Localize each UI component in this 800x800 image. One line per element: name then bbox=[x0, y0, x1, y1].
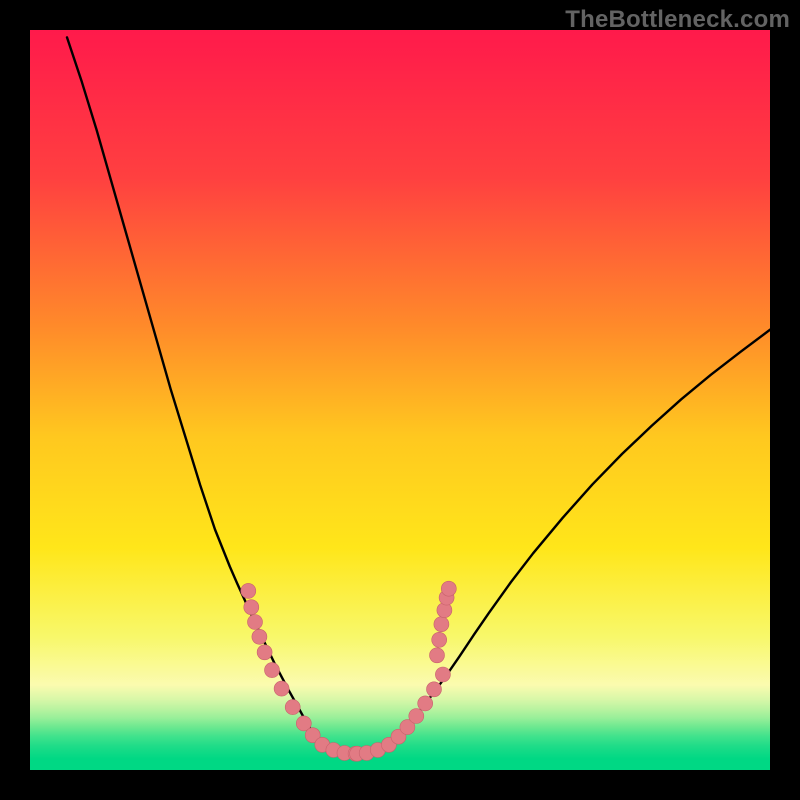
plot-area bbox=[30, 30, 770, 770]
data-marker bbox=[409, 709, 424, 724]
plot-svg bbox=[30, 30, 770, 770]
data-marker bbox=[285, 700, 300, 715]
gradient-background bbox=[30, 30, 770, 770]
chart-frame: TheBottleneck.com bbox=[0, 0, 800, 800]
data-marker bbox=[427, 682, 442, 697]
data-marker bbox=[274, 681, 289, 696]
data-marker bbox=[257, 645, 272, 660]
data-marker bbox=[252, 629, 267, 644]
data-marker bbox=[418, 696, 433, 711]
watermark-label: TheBottleneck.com bbox=[565, 6, 790, 34]
data-marker bbox=[241, 583, 256, 598]
data-marker bbox=[248, 615, 263, 630]
data-marker bbox=[435, 667, 450, 682]
data-marker bbox=[432, 632, 447, 647]
data-marker bbox=[430, 648, 445, 663]
data-marker bbox=[434, 617, 449, 632]
data-marker bbox=[265, 663, 280, 678]
data-marker bbox=[441, 581, 456, 596]
data-marker bbox=[244, 600, 259, 615]
